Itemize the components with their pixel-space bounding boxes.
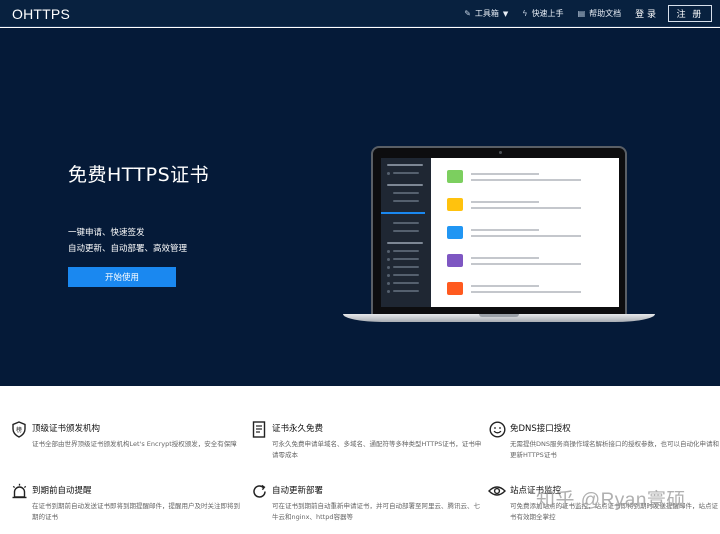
feature-desc: 证书全部由世界顶级证书颁发机构Let's Encrypt授权颁发，安全有保障: [32, 440, 237, 448]
mock-color-square: [447, 254, 463, 267]
hero-subtitle-2: 自动更新、自动部署、高效管理: [68, 244, 188, 254]
laptop-notch: [479, 314, 519, 317]
mock-sidebar-dot: [387, 250, 390, 253]
feature-desc: 无需提供DNS服务商操作域名解析接口的授权参数，也可以自动化申请和更新HTTPS…: [510, 440, 719, 459]
nav-toolbox-label: 工具箱: [474, 9, 499, 18]
refresh-icon: [250, 482, 268, 500]
hero-banner: 免费HTTPS证书 一键申请、快速签发 自动更新、自动部署、高效管理 开始使用: [0, 28, 720, 386]
mock-sidebar-line: [387, 242, 423, 244]
feature-title: 到期前自动提醒: [32, 486, 92, 496]
mock-line: [471, 207, 581, 209]
feature-desc: 可在证书到期前自动重新申请证书，并可自动部署至阿里云、腾讯云、七牛云和nginx…: [272, 502, 480, 521]
signup-button[interactable]: 注 册: [668, 5, 712, 22]
mock-content: [431, 158, 619, 307]
mock-color-square: [447, 198, 463, 211]
nav-docs-label: 帮助文档: [589, 9, 622, 18]
laptop-illustration: [343, 146, 655, 326]
mock-sidebar-line: [393, 282, 419, 284]
mock-sidebar-line: [393, 250, 419, 252]
mock-line: [471, 229, 539, 231]
mock-sidebar-line: [387, 184, 423, 186]
feature-desc: 在证书到期前自动发送证书即将到期提醒邮件，提醒用户及时关注即将到期的证书: [32, 502, 240, 521]
hero-title: 免费HTTPS证书: [68, 164, 210, 186]
camera-dot: [499, 151, 502, 154]
nav-toolbox[interactable]: ✎ 工具箱 ▼: [464, 8, 508, 19]
mock-row: [447, 282, 607, 296]
mock-line: [471, 285, 539, 287]
mock-sidebar-dot: [387, 172, 390, 175]
nav-quickstart[interactable]: ϟ 快速上手: [522, 8, 563, 19]
nav-quickstart-label: 快速上手: [531, 9, 564, 18]
mock-sidebar-dot: [387, 274, 390, 277]
feature-title: 证书永久免费: [272, 424, 324, 434]
eye-icon: [488, 482, 506, 500]
login-link[interactable]: 登 录: [635, 7, 656, 20]
feature-title: 顶级证书颁发机构: [32, 424, 101, 434]
mock-color-square: [447, 282, 463, 295]
svg-text:榜: 榜: [16, 426, 22, 434]
feature-title: 免DNS接口授权: [510, 424, 571, 434]
alarm-icon: [10, 482, 28, 500]
mock-row: [447, 226, 607, 240]
nav-menu: ✎ 工具箱 ▼ ϟ 快速上手 ▤ 帮助文档 登 录 注 册: [450, 0, 712, 27]
mock-line: [471, 263, 581, 265]
watermark-text: 知乎 @Ryan寰硕: [536, 490, 686, 511]
mock-sidebar-active: [381, 212, 425, 214]
mock-line: [471, 235, 581, 237]
mock-row: [447, 198, 607, 212]
mock-sidebar-dot: [387, 290, 390, 293]
laptop-screen: [381, 158, 619, 307]
document-icon: ▤: [577, 9, 586, 18]
start-button[interactable]: 开始使用: [68, 267, 176, 287]
mock-row: [447, 254, 607, 268]
brand-logo[interactable]: OHTTPS: [12, 6, 70, 22]
hero-subtitle-1: 一键申请、快速签发: [68, 228, 145, 238]
feature-desc: 可永久免费申请单域名、多域名、通配符等多种类型HTTPS证书，证书申请零成本: [272, 440, 482, 459]
badge-icon: 榜: [10, 420, 28, 438]
mock-sidebar-line: [393, 172, 419, 174]
feature-title: 自动更新部署: [272, 486, 324, 496]
mock-sidebar-line: [393, 274, 419, 276]
mock-sidebar-dot: [387, 282, 390, 285]
mock-sidebar-line: [393, 230, 419, 232]
mock-line: [471, 173, 539, 175]
mock-color-square: [447, 226, 463, 239]
mock-sidebar-line: [393, 222, 419, 224]
chevron-down-icon: ▼: [502, 9, 509, 18]
mock-line: [471, 201, 539, 203]
mock-sidebar-dot: [387, 266, 390, 269]
nav-docs[interactable]: ▤ 帮助文档: [578, 8, 622, 19]
mock-sidebar: [381, 158, 431, 307]
mock-line: [471, 257, 539, 259]
mock-sidebar-line: [393, 258, 419, 260]
mock-row: [447, 170, 607, 184]
mock-sidebar-line: [387, 164, 423, 166]
mock-sidebar-line: [393, 192, 419, 194]
mock-color-square: [447, 170, 463, 183]
mock-sidebar-line: [393, 200, 419, 202]
bolt-icon: ϟ: [522, 9, 528, 18]
top-navbar: OHTTPS ✎ 工具箱 ▼ ϟ 快速上手 ▤ 帮助文档 登 录 注 册: [0, 0, 720, 27]
wrench-icon: ✎: [464, 9, 471, 18]
mock-sidebar-line: [393, 266, 419, 268]
laptop-lid: [371, 146, 627, 316]
certificate-icon: [250, 420, 268, 438]
mock-sidebar-line: [393, 290, 419, 292]
mock-sidebar-dot: [387, 258, 390, 261]
mock-line: [471, 291, 581, 293]
smile-icon: [488, 420, 506, 438]
mock-line: [471, 179, 581, 181]
